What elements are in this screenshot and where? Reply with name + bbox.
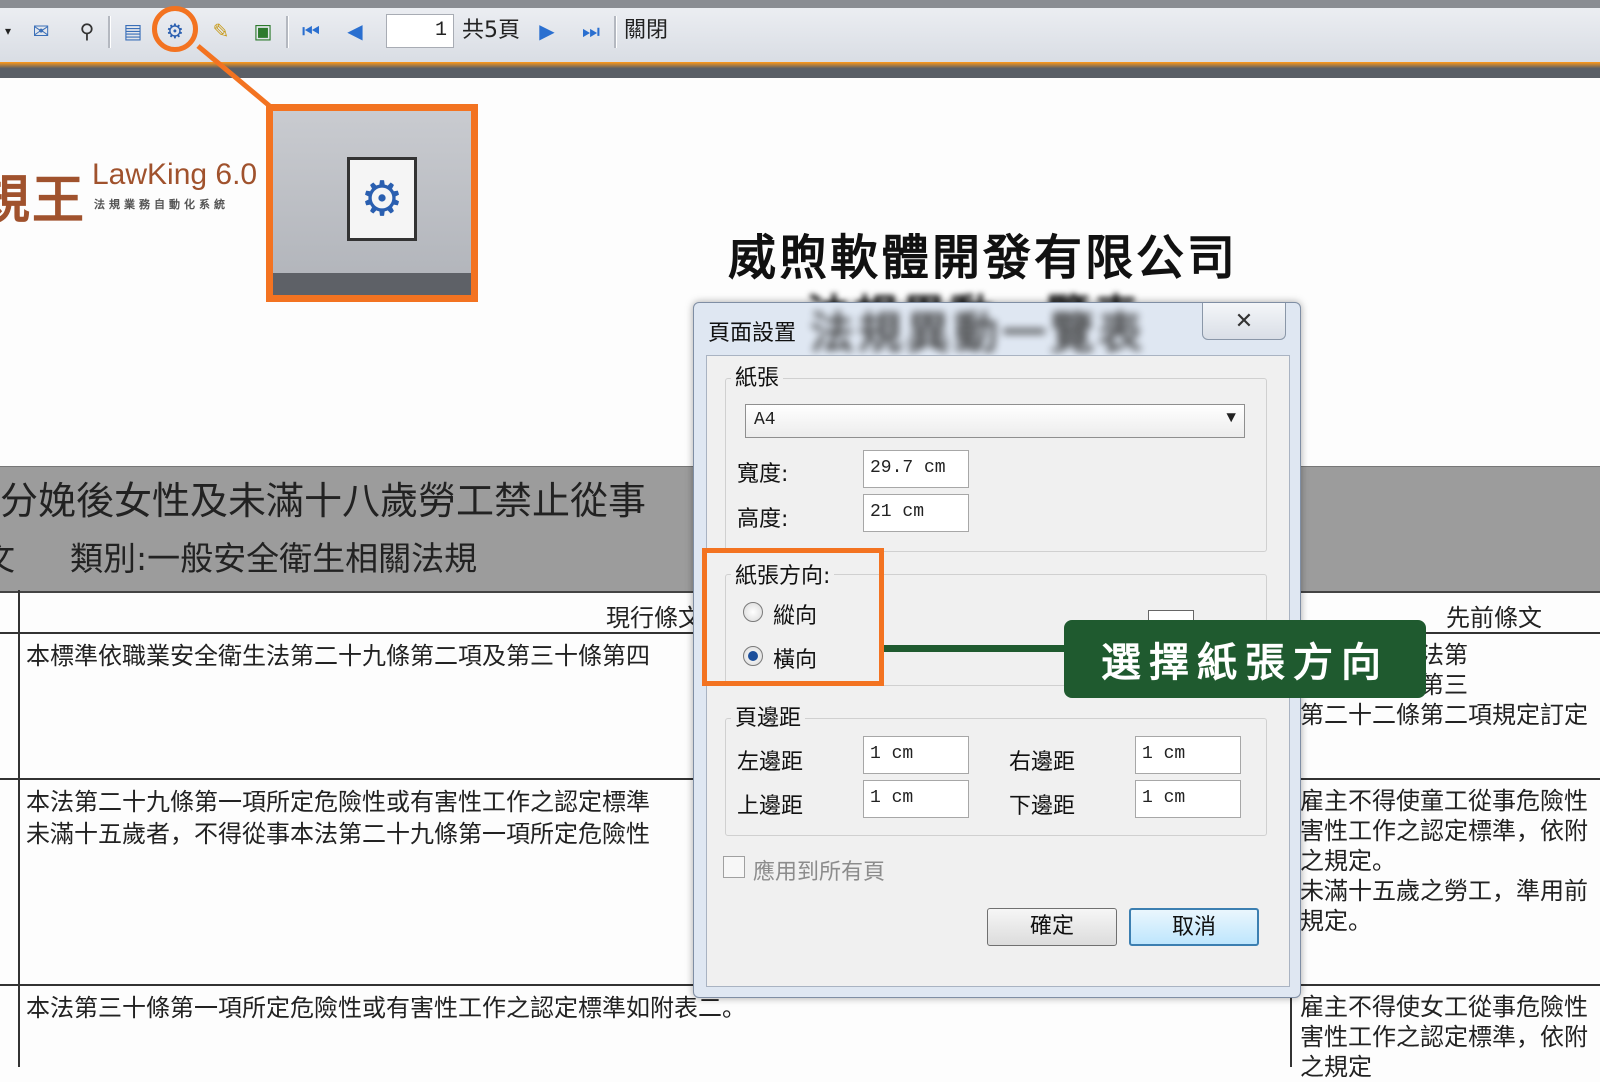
- height-label: 高度:: [737, 507, 789, 532]
- table-cell-previous: 第二十二條第二項規定訂定: [1300, 701, 1588, 729]
- logo-en: LawKing 6.0: [92, 158, 258, 191]
- find-icon[interactable]: ⚲: [72, 16, 102, 46]
- table-cell-previous: 未滿十五歲之勞工，準用前: [1300, 877, 1588, 905]
- table-cell-previous: 害性工作之認定標準，依附: [1300, 817, 1588, 845]
- bottom-margin-label: 下邊距: [1009, 794, 1076, 819]
- left-margin-label: 左邊距: [737, 750, 804, 775]
- zoom-bottom-strip: [273, 273, 471, 295]
- dropdown-icon[interactable]: ▾: [0, 16, 16, 46]
- edit-icon[interactable]: ✎: [206, 16, 236, 46]
- table-cell-previous: 雇主不得使童工從事危險性: [1300, 787, 1588, 815]
- dialog-title-overlay: 法規異動一覽表: [810, 308, 1146, 359]
- window-top-strip: [0, 0, 1600, 8]
- close-report-button[interactable]: 關閉: [624, 14, 668, 48]
- table-cell-previous: 之規定。: [1300, 847, 1396, 875]
- next-page-icon[interactable]: ▶: [532, 16, 562, 46]
- paper-group-label: 紙張: [731, 360, 784, 392]
- cancel-button[interactable]: 取消: [1129, 908, 1259, 946]
- callout-connector: [884, 645, 1064, 652]
- margins-group-label: 頁邊距: [731, 700, 806, 732]
- logo-cn: 規王: [0, 170, 87, 231]
- dialog-titlebar[interactable]: 頁面設置 法規異動一覽表 ✕: [694, 303, 1300, 359]
- dialog-title: 頁面設置: [708, 321, 797, 346]
- toolbar: ▾ ✉ ⚲ ▤ ⚙ ✎ ▣ ⏮ ◀ 1 共5頁 ▶ ⏭ 關閉: [0, 0, 1600, 63]
- toolbar-bottom-bar: [0, 62, 1600, 78]
- column-header-current: 現行條文: [606, 604, 702, 632]
- height-field[interactable]: 21 cm: [863, 494, 969, 532]
- right-margin-field[interactable]: 1 cm: [1135, 736, 1241, 774]
- paper-size-value: A4: [754, 410, 776, 430]
- apply-all-label: 應用到所有頁: [753, 860, 886, 885]
- ok-button[interactable]: 確定: [987, 908, 1117, 946]
- table-cell-previous: 雇主不得使女工從事危險性: [1300, 993, 1588, 1021]
- table-cell-previous: 害性工作之認定標準，依附: [1300, 1023, 1588, 1051]
- table-cell-current: 未滿十五歲者，不得從事本法第二十九條第一項所定危險性: [26, 820, 650, 848]
- truncated-label: 文: [0, 532, 15, 580]
- page-setup-highlight-circle: [152, 6, 198, 52]
- export-icon[interactable]: ▣: [248, 16, 278, 46]
- page-number-input[interactable]: 1: [386, 14, 454, 48]
- chevron-down-icon: ▼: [1226, 409, 1236, 427]
- first-page-icon[interactable]: ⏮: [296, 16, 326, 46]
- logo-subtitle: 法規業務自動化系統: [94, 198, 229, 211]
- page-setup-zoom-callout: ⚙: [266, 104, 478, 302]
- bottom-margin-field[interactable]: 1 cm: [1135, 780, 1241, 818]
- width-label: 寬度:: [737, 462, 789, 487]
- table-cell-previous: 之規定: [1300, 1053, 1372, 1081]
- toolbar-separator: [286, 16, 289, 48]
- toolbar-separator: [108, 16, 111, 48]
- company-name: 威煦軟體開發有限公司: [728, 230, 1239, 286]
- page-setup-icon: ⚙: [347, 157, 417, 241]
- layout-icon[interactable]: ▤: [118, 16, 148, 46]
- toolbar-separator: [614, 16, 617, 48]
- paper-size-select[interactable]: A4 ▼: [745, 404, 1245, 438]
- right-margin-label: 右邊距: [1009, 750, 1076, 775]
- orientation-callout: 選擇紙張方向: [1064, 620, 1426, 698]
- mail-icon[interactable]: ✉: [26, 16, 56, 46]
- prev-page-icon[interactable]: ◀: [340, 16, 370, 46]
- total-pages-label: 共5頁: [462, 18, 520, 43]
- table-cell-current: 本法第二十九條第一項所定危險性或有害性工作之認定標準: [26, 788, 650, 816]
- width-field[interactable]: 29.7 cm: [863, 450, 969, 488]
- left-margin-field[interactable]: 1 cm: [863, 736, 969, 774]
- table-cell-previous: 規定。: [1300, 907, 1372, 935]
- apply-all-checkbox[interactable]: [723, 856, 745, 878]
- law-title: 分娩後女性及未滿十八歲勞工禁止從事: [0, 479, 647, 523]
- column-header-previous: 先前條文: [1446, 604, 1542, 632]
- top-margin-field[interactable]: 1 cm: [863, 780, 969, 818]
- last-page-icon[interactable]: ⏭: [576, 16, 606, 46]
- orientation-highlight-box: [702, 548, 884, 686]
- table-cell-current: 本標準依職業安全衛生法第二十九條第二項及第三十條第四: [26, 642, 650, 670]
- category-label: 類別:一般安全衛生相關法規: [70, 539, 478, 578]
- top-margin-label: 上邊距: [737, 794, 804, 819]
- table-cell-current: 本法第三十條第一項所定危險性或有害性工作之認定標準如附表二。: [26, 994, 746, 1022]
- close-icon[interactable]: ✕: [1202, 303, 1286, 340]
